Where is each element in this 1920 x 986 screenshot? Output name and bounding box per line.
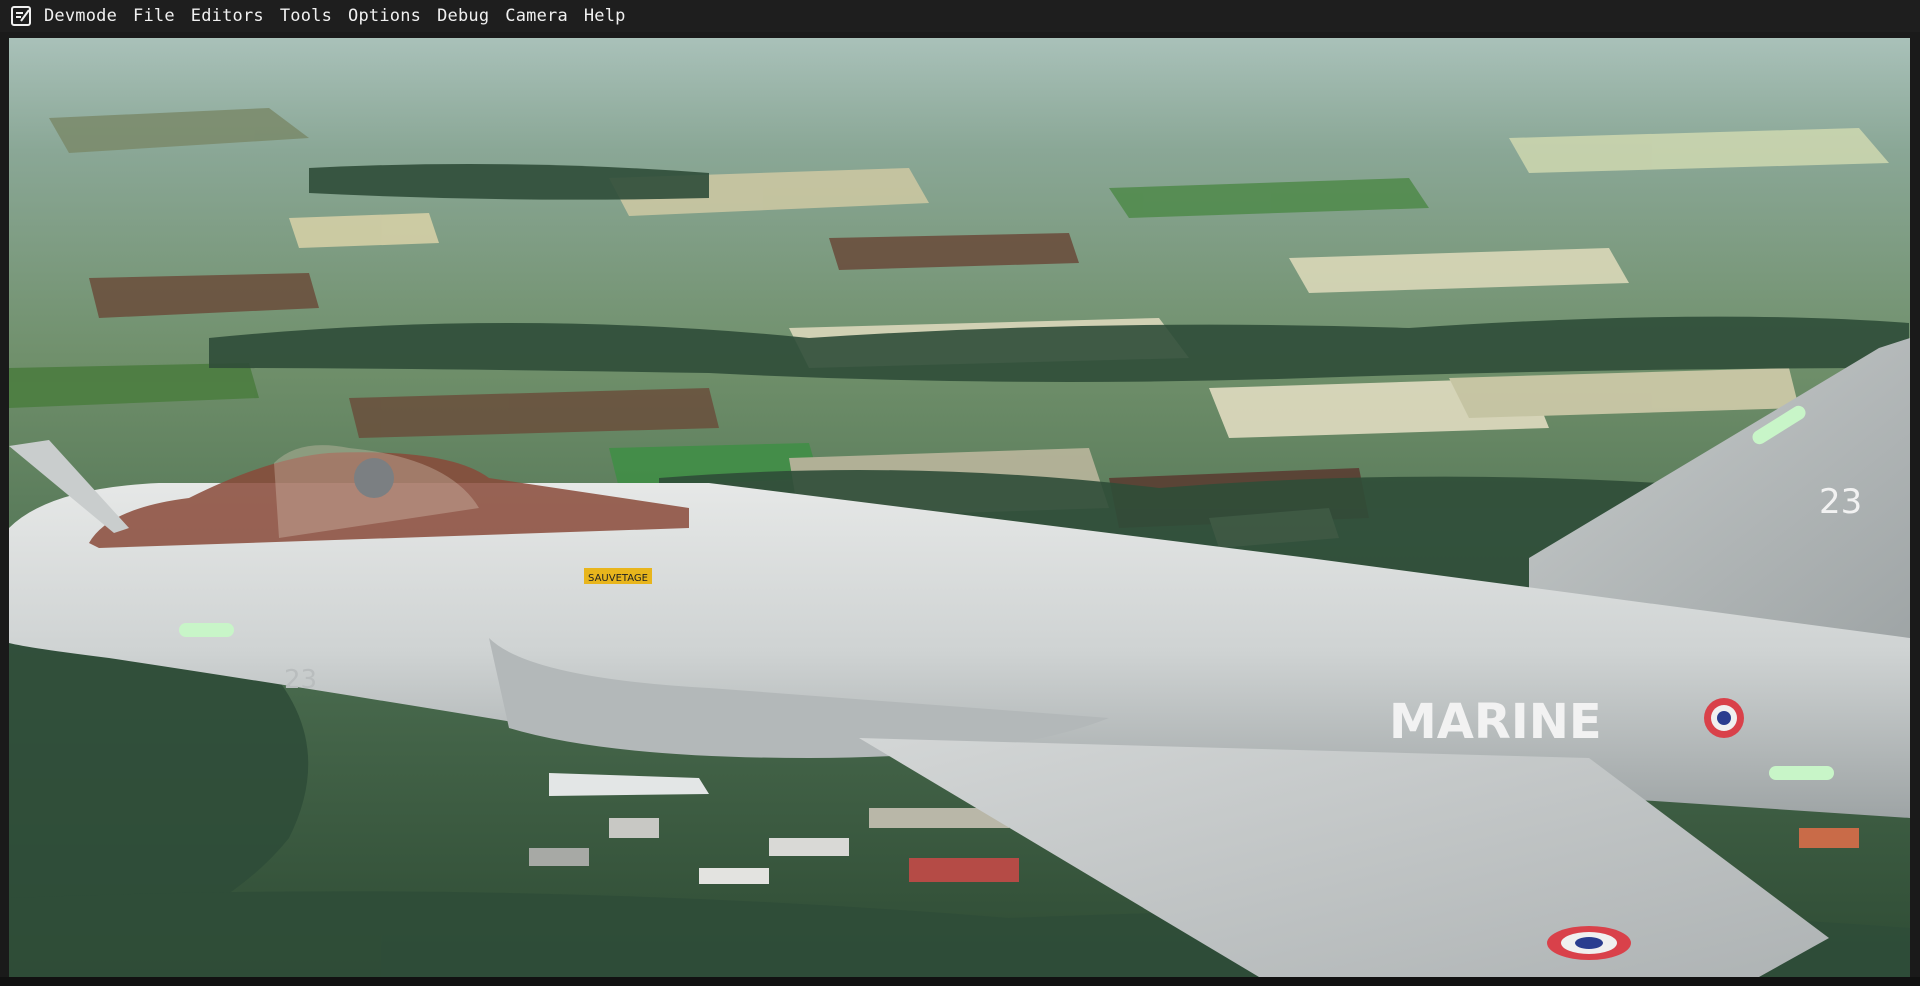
- scene-render: SAUVETAGE MARINE 23 23: [9, 38, 1910, 977]
- menu-file[interactable]: File: [133, 6, 175, 26]
- formation-light-nose: [179, 623, 234, 637]
- menu-bar: Devmode File Editors Tools Options Debug…: [0, 0, 1920, 32]
- menu-help[interactable]: Help: [584, 6, 626, 26]
- devmode-notepad-icon[interactable]: [10, 5, 32, 27]
- roundel-wing: [1547, 926, 1631, 960]
- rescue-label: SAUVETAGE: [588, 573, 648, 584]
- menu-tools[interactable]: Tools: [280, 6, 332, 26]
- fin-number: 23: [1819, 482, 1862, 522]
- menu-camera[interactable]: Camera: [505, 6, 568, 26]
- menu-options[interactable]: Options: [348, 6, 421, 26]
- marine-marking: MARINE: [1389, 694, 1602, 750]
- bottom-border: [0, 977, 1920, 986]
- pilot-helmet: [354, 458, 394, 498]
- menu-debug[interactable]: Debug: [437, 6, 489, 26]
- sim-viewport[interactable]: SAUVETAGE MARINE 23 23: [9, 38, 1910, 977]
- roundel-fuselage: [1704, 698, 1744, 738]
- menu-editors[interactable]: Editors: [191, 6, 264, 26]
- menu-devmode[interactable]: Devmode: [44, 6, 117, 26]
- nose-number: 23: [284, 665, 317, 695]
- formation-light-tail: [1769, 766, 1834, 780]
